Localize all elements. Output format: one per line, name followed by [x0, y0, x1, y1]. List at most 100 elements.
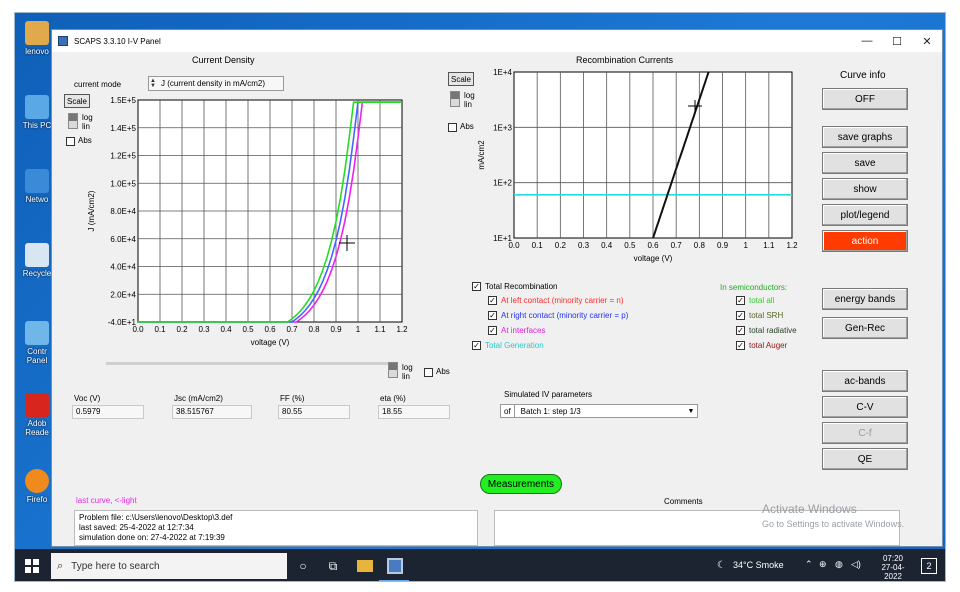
clock-date: 27-04-2022 [881, 563, 905, 581]
x-tick-label: 0.4 [220, 325, 232, 334]
qe-button[interactable]: QE [822, 448, 908, 470]
taskbar-search-input[interactable]: ⌕ Type here to search [51, 553, 287, 579]
action-button[interactable]: action [822, 230, 908, 252]
show-button[interactable]: show [822, 178, 908, 200]
windows-start-icon[interactable] [25, 559, 39, 573]
x-tick-label: 1.1 [763, 241, 775, 250]
left-contact-option[interactable]: ✓ At left contact (minority carrier = n) [488, 296, 623, 305]
control-panel-icon [25, 321, 49, 345]
total-all-option[interactable]: ✓ total all [736, 296, 774, 305]
adobe-reader-icon [25, 393, 49, 417]
total-all-label: total all [749, 296, 775, 305]
x-tick-label: 0.3 [578, 241, 590, 250]
volume-icon[interactable]: ◁) [851, 559, 861, 570]
chevron-up-icon[interactable]: ⌃ [805, 559, 813, 570]
jsc-label: Jsc (mA/cm2) [174, 394, 223, 403]
task-view-icon[interactable]: ⧉ [325, 558, 341, 574]
total-recombination-checkbox[interactable]: ✓ [472, 282, 481, 291]
ff-field: 80.55 [278, 405, 350, 419]
recomb-scale-button[interactable]: Scale [448, 72, 474, 86]
recycle-bin-icon [25, 243, 49, 267]
batch-value: Batch 1: step 1/3 [520, 406, 581, 416]
search-placeholder: Type here to search [71, 560, 160, 572]
recomb-abs-checkbox[interactable] [448, 123, 457, 132]
total-radiative-option[interactable]: ✓ total radiative [736, 326, 797, 335]
y-tick-label: 1.4E+5 [110, 124, 136, 133]
x-tick-label: 1.2 [396, 325, 408, 334]
simulation-done-text: simulation done on: 27-4-2022 at 7:19:39 [79, 533, 225, 542]
left-contact-checkbox[interactable]: ✓ [488, 296, 497, 305]
gen-rec-button[interactable]: Gen-Rec [822, 317, 908, 339]
activate-windows-heading: Activate Windows [762, 502, 857, 516]
right-contact-option[interactable]: ✓ At right contact (minority carrier = p… [488, 311, 628, 320]
total-recombination-option[interactable]: ✓ Total Recombination [472, 282, 557, 291]
voltage-scrollbar[interactable] [106, 362, 398, 365]
iv-panel-window: SCAPS 3.3.10 I-V Panel — ☐ ✕ Current Den… [51, 29, 943, 547]
x-axis-label: voltage (V) [634, 254, 673, 263]
total-srh-option[interactable]: ✓ total SRH [736, 311, 783, 320]
recomb-lin-label: lin [464, 100, 473, 109]
total-radiative-checkbox[interactable]: ✓ [736, 326, 745, 335]
total-all-checkbox[interactable]: ✓ [736, 296, 745, 305]
language-icon[interactable]: ⊕ [819, 559, 827, 570]
interfaces-checkbox[interactable]: ✓ [488, 326, 497, 335]
voltage-log-label: log [402, 363, 413, 372]
x-tick-label: 0.9 [330, 325, 342, 334]
cf-button[interactable]: C-f [822, 422, 908, 444]
weather-text[interactable]: 34°C Smoke [733, 560, 784, 570]
ac-bands-button[interactable]: ac-bands [822, 370, 908, 392]
scaps-taskbar-icon[interactable] [387, 558, 403, 574]
x-tick-label: 0.1 [532, 241, 544, 250]
search-icon: ⌕ [57, 559, 64, 572]
file-explorer-icon[interactable] [357, 560, 373, 572]
x-tick-label: 0.2 [555, 241, 567, 250]
notification-count: 2 [926, 561, 932, 571]
total-auger-option[interactable]: ✓ total Auger [736, 341, 787, 350]
x-tick-label: 1 [356, 325, 361, 334]
measurements-button[interactable]: Measurements [480, 474, 562, 494]
x-tick-label: 0.5 [242, 325, 254, 334]
y-tick-label: 1.0E+5 [110, 179, 136, 188]
recomb-log-lin-toggle[interactable] [450, 91, 460, 107]
total-generation-checkbox[interactable]: ✓ [472, 341, 481, 350]
off-button[interactable]: OFF [822, 88, 908, 110]
voltage-log-lin-toggle[interactable] [388, 362, 398, 378]
folder-icon [25, 21, 49, 45]
last-saved-text: last saved: 25-4-2022 at 12:7:34 [79, 523, 194, 532]
total-radiative-label: total radiative [749, 326, 797, 335]
total-srh-checkbox[interactable]: ✓ [736, 311, 745, 320]
activate-windows-text: Go to Settings to activate Windows. [762, 519, 905, 529]
right-contact-checkbox[interactable]: ✓ [488, 311, 497, 320]
firefox-icon [25, 469, 49, 493]
comments-label: Comments [664, 497, 703, 506]
of-label: of [501, 405, 515, 417]
batch-select[interactable]: of Batch 1: step 1/3 ▼ [500, 404, 698, 418]
problem-file-text: Problem file: c:\Users\lenovo\Desktop\3.… [79, 513, 233, 522]
total-generation-option[interactable]: ✓ Total Generation [472, 341, 544, 350]
notification-center-icon[interactable]: 2 [921, 558, 937, 574]
save-graphs-button[interactable]: save graphs [822, 126, 908, 148]
chevron-down-icon[interactable]: ▼ [685, 408, 697, 415]
y-tick-label: 8.0E+4 [110, 207, 136, 216]
x-tick-label: 0.6 [647, 241, 659, 250]
clock[interactable]: 07:20 27-04-2022 [873, 554, 913, 581]
save-button[interactable]: save [822, 152, 908, 174]
cv-button[interactable]: C-V [822, 396, 908, 418]
cortana-icon[interactable]: ○ [295, 558, 311, 574]
x-tick-label: 0.5 [624, 241, 636, 250]
x-tick-label: 0.4 [601, 241, 613, 250]
x-tick-label: 0.7 [286, 325, 298, 334]
plot-legend-button[interactable]: plot/legend [822, 204, 908, 226]
left-contact-label: At left contact (minority carrier = n) [501, 296, 624, 305]
total-auger-checkbox[interactable]: ✓ [736, 341, 745, 350]
x-tick-label: 1 [743, 241, 748, 250]
energy-bands-button[interactable]: energy bands [822, 288, 908, 310]
voltage-lin-label: lin [402, 372, 411, 381]
interfaces-option[interactable]: ✓ At interfaces [488, 326, 545, 335]
network-icon [25, 169, 49, 193]
x-tick-label: 1.2 [786, 241, 798, 250]
network-tray-icon[interactable]: ◍ [835, 559, 843, 570]
voltage-abs-checkbox[interactable] [424, 368, 433, 377]
active-app-indicator [379, 580, 409, 581]
x-tick-label: 0.9 [717, 241, 729, 250]
